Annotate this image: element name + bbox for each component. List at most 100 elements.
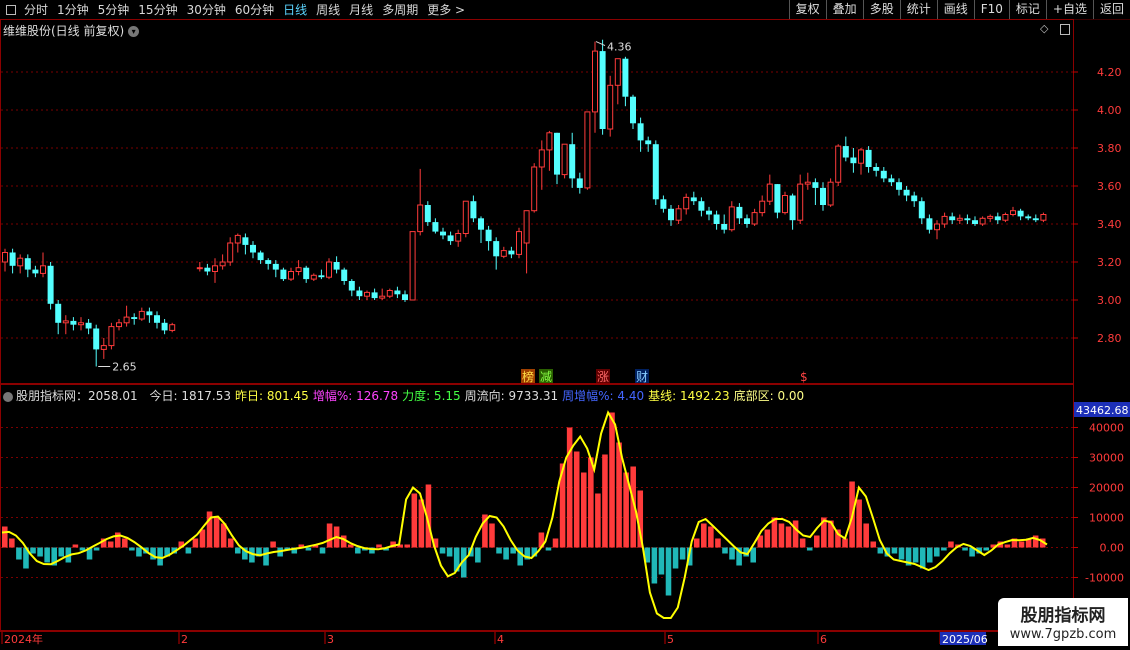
candle-body-down — [485, 229, 492, 242]
indicator-tick-label: -10000 — [1085, 572, 1124, 585]
price-tick-label: 2.80 — [1097, 332, 1122, 345]
hist-bar-down — [877, 547, 884, 554]
hist-bar-down — [806, 547, 813, 551]
hist-bar-up — [411, 493, 418, 548]
candle-body-down — [493, 241, 500, 257]
candle-body-down — [630, 96, 636, 124]
candle-body-down — [964, 218, 971, 221]
candle-body-down — [1017, 210, 1024, 217]
candle-body-down — [721, 224, 728, 230]
watermark-title: 股朋指标网 — [1020, 606, 1106, 626]
candle-body-down — [637, 123, 644, 141]
hist-bar-up — [213, 517, 220, 548]
hist-bar-up — [708, 526, 714, 548]
hist-bar-up — [863, 523, 869, 548]
candle-body-down — [850, 157, 857, 164]
candle-body-down — [865, 149, 872, 167]
candle-body-down — [1032, 218, 1039, 221]
indicator-item-0: 今日: 1817.53 — [149, 389, 231, 403]
candle-body-down — [154, 315, 160, 323]
watermark-url: www.7gpzb.com — [1009, 627, 1117, 642]
candle-body-up — [1040, 214, 1047, 221]
candle-body-down — [257, 252, 264, 261]
candle-body-down — [820, 187, 826, 205]
indicator-item-7: 底部区: 0.00 — [733, 389, 805, 403]
indicator-tick-label: 20000 — [1089, 482, 1124, 495]
candle-body-up — [759, 200, 766, 214]
price-tick-label: 3.20 — [1097, 256, 1122, 269]
candle-body-down — [569, 144, 576, 179]
candle-body-up — [607, 84, 614, 130]
candle-body-down — [896, 182, 902, 190]
indicator-item-4: 周流向: 9733.31 — [464, 389, 559, 403]
candle-body-up — [835, 145, 842, 183]
candle-body-up — [1010, 210, 1016, 215]
hist-bar-down — [129, 547, 135, 551]
hist-bar-down — [672, 547, 679, 569]
candle-body-down — [873, 167, 880, 171]
indicator-circle-icon[interactable] — [3, 391, 13, 402]
candle-body-up — [462, 200, 469, 234]
stock-chart[interactable]: 4.20 4.00 3.80 3.60 3.40 3.20 3.00 2.80 4.36 2.65… — [0, 0, 1130, 650]
hist-bar-down — [722, 547, 728, 554]
candle-body-down — [972, 220, 978, 224]
candle-body-up — [941, 215, 948, 225]
candle-body-down — [250, 244, 256, 253]
candle-body-down — [47, 265, 54, 304]
candle-body-down — [318, 275, 325, 278]
hist-bar-down — [475, 547, 481, 563]
indicator-item-2: 增幅%: 126.78 — [312, 389, 399, 403]
candle-body-down — [356, 290, 363, 297]
candle-body-up — [40, 265, 46, 274]
candle-body-up — [169, 324, 176, 331]
hist-bar-up — [764, 529, 771, 548]
candle-body-up — [516, 231, 522, 255]
hist-bar-up — [842, 538, 848, 548]
candle-body-up — [2, 252, 8, 263]
hist-bar-up — [693, 538, 700, 548]
candle-body-down — [744, 218, 750, 224]
hist-bar-down — [16, 547, 22, 560]
candle-body-up — [455, 233, 462, 242]
hist-bar-down — [93, 547, 100, 551]
candle-body-down — [85, 322, 92, 329]
indicator-tick-label: 30000 — [1089, 452, 1124, 465]
candle-body-up — [683, 196, 690, 210]
candle-body-up — [956, 217, 963, 221]
hist-bar-up — [9, 538, 15, 548]
hist-bar-up — [376, 544, 382, 548]
candle-body-up — [1002, 214, 1009, 221]
hist-bar-down — [446, 547, 453, 557]
hist-bar-down — [912, 547, 919, 563]
time-label-6: 2025/06 — [942, 633, 988, 646]
candle-body-up — [326, 261, 332, 278]
indicator-item-6: 基线: 1492.23 — [648, 389, 730, 403]
candle-body-up — [584, 111, 591, 189]
hist-bar-down — [355, 547, 361, 554]
candle-body-up — [614, 58, 621, 86]
hist-bar-down — [136, 547, 142, 557]
hist-bar-up — [778, 523, 785, 548]
candle-body-down — [478, 218, 484, 230]
indicator-item-1: 昨日: 801.45 — [234, 389, 309, 403]
candle-body-down — [698, 201, 705, 211]
indicator-item-3: 力度: 5.15 — [402, 389, 461, 403]
candle-body-up — [310, 274, 317, 280]
hist-bar-up — [573, 451, 580, 548]
candle-body-down — [341, 269, 348, 281]
indicator-tick-label: 0.00 — [1100, 542, 1125, 555]
hist-bar-up — [122, 538, 128, 548]
time-label-3: 4 — [497, 633, 504, 646]
hist-bar-down — [58, 547, 65, 557]
candle-body-up — [751, 212, 758, 225]
candle-body-up — [531, 166, 538, 212]
hist-bar-up — [489, 523, 495, 548]
hist-bar-up — [107, 541, 114, 548]
candle-body-up — [409, 231, 416, 301]
hist-bar-down — [319, 547, 326, 554]
time-label-0: 2024年 — [4, 632, 43, 646]
candle-body-down — [774, 184, 781, 213]
hist-bar-up — [566, 427, 573, 548]
hist-bar-down — [898, 547, 905, 560]
hist-bar-up — [404, 544, 411, 548]
